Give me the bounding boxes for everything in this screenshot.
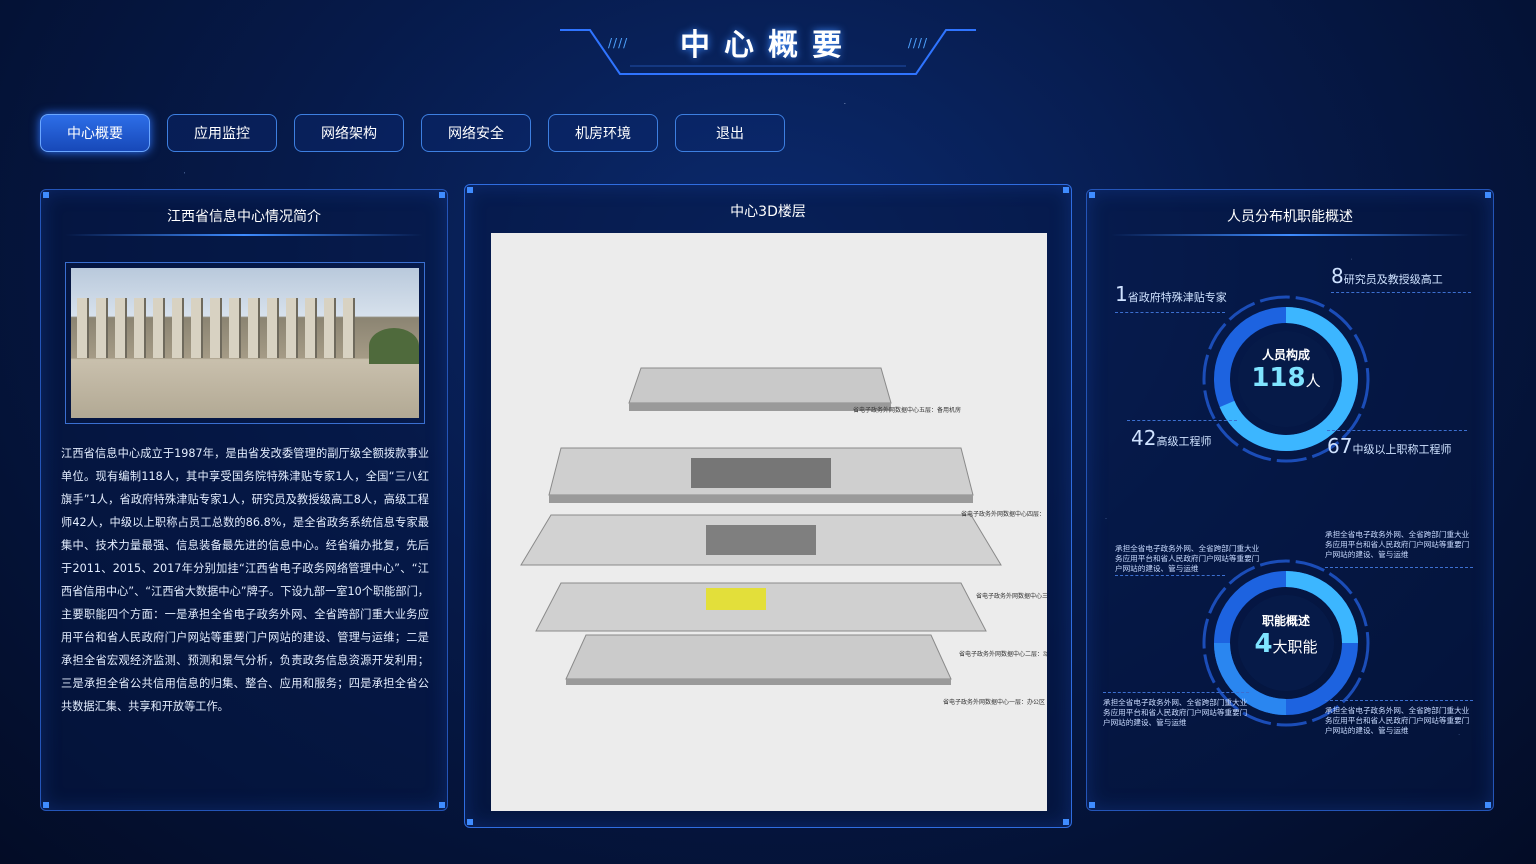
stat-number: 1 [1115, 282, 1128, 306]
page-header: //// 中心概要 //// [560, 0, 976, 80]
panel-corner [1089, 802, 1095, 808]
duty-item-3: 承担全省电子政务外网、全省跨部门重大业务应用平台和省人民政府门户网站等重要门户网… [1103, 698, 1248, 727]
duty-item-2: 承担全省电子政务外网、全省跨部门重大业务应用平台和省人民政府门户网站等重要门户网… [1325, 530, 1470, 559]
panel-corner [1089, 192, 1095, 198]
building-photo [65, 262, 425, 424]
staff-panel-title: 人员分布机职能概述 [1227, 209, 1353, 225]
panel-corner [1485, 192, 1491, 198]
staff-stat-1: 1省政府特殊津贴专家 [1115, 282, 1227, 306]
panel-corner [43, 802, 49, 808]
intro-text: 江西省信息中心成立于1987年，是由省发改委管理的副厅级全额拨款事业单位。现有编… [61, 447, 429, 713]
stat-label: 省政府特殊津贴专家 [1127, 291, 1227, 304]
duty-caption: 职能概述 [1261, 614, 1310, 628]
panel-corner [467, 187, 473, 193]
header-deco-right: //// [907, 36, 928, 50]
floor-3d-model [520, 367, 1002, 685]
title-underline [65, 234, 423, 236]
stat-label: 研究员及教授级高工 [1343, 273, 1443, 286]
panel-corner [1063, 819, 1069, 825]
staff-duty-panel: 人员分布机职能概述 人员构成 118人 1省政府特殊津贴专家 8研究员及教授级高… [1086, 189, 1494, 811]
duty-item-4: 承担全省电子政务外网、全省跨部门重大业务应用平台和省人民政府门户网站等重要门户网… [1325, 706, 1470, 735]
duty-leader-line [1115, 575, 1225, 576]
staff-stat-4: 67中级以上职称工程师 [1327, 434, 1451, 458]
floor-label-5: 省电子政务外网数据中心五层：备用机房 [853, 407, 962, 414]
duty-leader-line [1103, 692, 1249, 693]
floor-label-2: 省电子政务外网数据中心二层：动力机房 [959, 651, 1047, 658]
stat-leader-line [1115, 312, 1225, 313]
nav-network-security-button[interactable]: 网络安全 [421, 114, 531, 152]
stat-number: 67 [1327, 434, 1353, 458]
nav-overview-button[interactable]: 中心概要 [40, 114, 150, 152]
floor-3d-viewer[interactable]: 省电子政务外网数据中心五层：备用机房 省电子政务外网数据中心四层： 省电子政务外… [491, 233, 1047, 811]
title-underline [1111, 234, 1469, 236]
stat-label: 中级以上职称工程师 [1352, 443, 1452, 456]
panel-corner [43, 192, 49, 198]
stat-number: 8 [1331, 264, 1344, 288]
staff-stat-2: 8研究员及教授级高工 [1331, 264, 1443, 288]
floor-label-4: 省电子政务外网数据中心四层： [961, 511, 1046, 518]
nav-exit-button[interactable]: 退出 [675, 114, 785, 152]
floor-3d-panel: 中心3D楼层 省电子政务外网数据中心五层：备用机房 省电子政务外网数据中心四层：… [464, 184, 1072, 828]
duty-unit: 大职能 [1272, 638, 1318, 656]
stat-label: 高级工程师 [1156, 435, 1212, 448]
nav-app-monitor-button[interactable]: 应用监控 [167, 114, 277, 152]
main-nav: 中心概要 应用监控 网络架构 网络安全 机房环境 退出 [40, 114, 785, 152]
panel-corner [1063, 187, 1069, 193]
floor-label-1: 省电子政务外网数据中心一层：办公区 [943, 699, 1046, 706]
nav-datacenter-env-button[interactable]: 机房环境 [548, 114, 658, 152]
duty-leader-line [1325, 567, 1473, 568]
staff-caption: 人员构成 [1261, 348, 1310, 362]
panel-corner [439, 802, 445, 808]
stat-leader-line [1127, 420, 1237, 421]
panel-corner [467, 819, 473, 825]
floor-panel-title: 中心3D楼层 [730, 204, 806, 220]
stat-number: 42 [1131, 426, 1157, 450]
floor-label-3: 省电子政务外网数据中心三层 [976, 593, 1047, 600]
staff-stat-3: 42高级工程师 [1131, 426, 1211, 450]
intro-panel: 江西省信息中心情况简介 江西省信息中心成立于1987年，是由省发改委管理的副厅级… [40, 189, 448, 811]
building-columns [77, 298, 377, 358]
staff-unit: 人 [1305, 372, 1321, 390]
duty-item-1: 承担全省电子政务外网、全省跨部门重大业务应用平台和省人民政府门户网站等重要门户网… [1115, 544, 1260, 573]
panel-corner [1485, 802, 1491, 808]
panel-corner [439, 192, 445, 198]
duty-total: 4 [1254, 629, 1273, 659]
building-image [71, 268, 419, 418]
trees [369, 328, 419, 364]
stat-leader-line [1331, 292, 1471, 293]
intro-panel-title: 江西省信息中心情况简介 [167, 209, 321, 225]
stat-leader-line [1327, 430, 1467, 431]
duty-leader-line [1325, 700, 1473, 701]
staff-total: 118 [1251, 363, 1306, 393]
nav-network-arch-button[interactable]: 网络架构 [294, 114, 404, 152]
